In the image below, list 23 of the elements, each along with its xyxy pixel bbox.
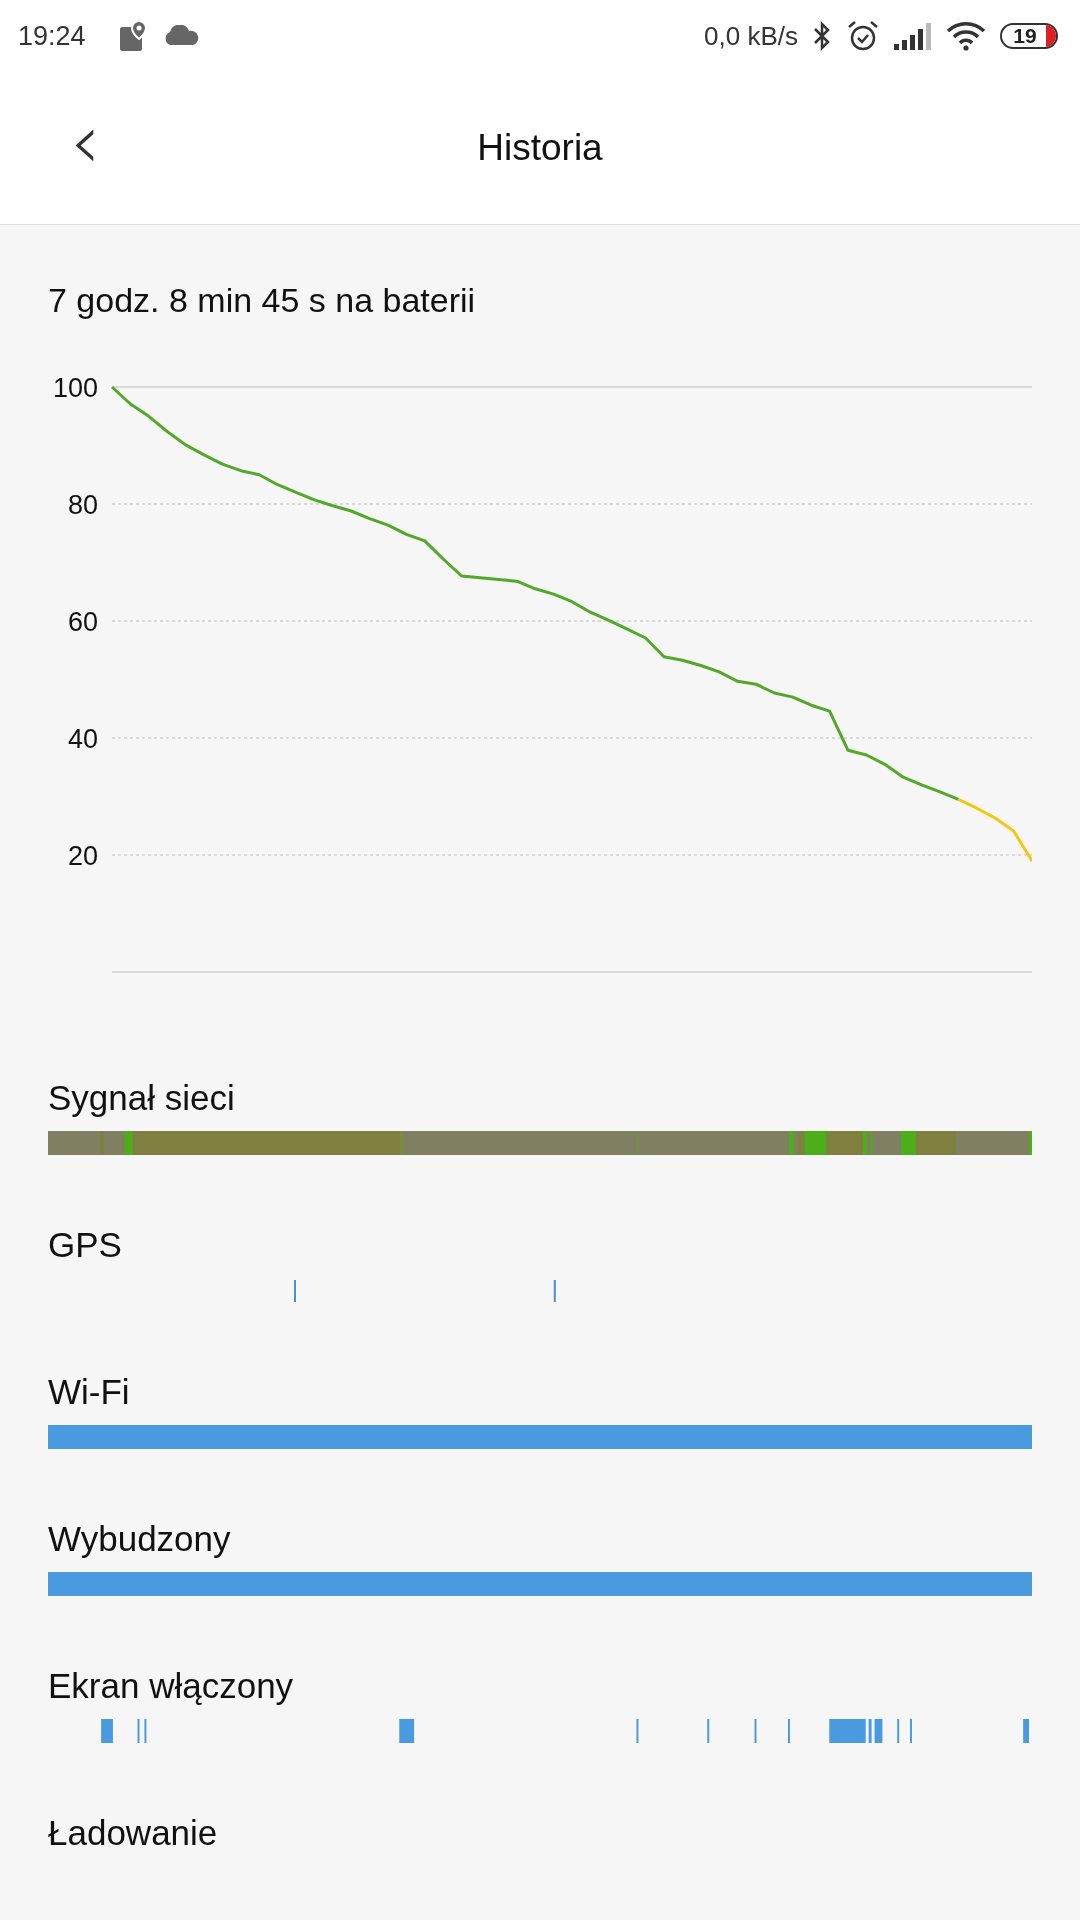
- section-title: GPS: [48, 1224, 122, 1266]
- page-title: Historia: [477, 127, 603, 169]
- y-axis-label: 80: [67, 490, 98, 520]
- back-button[interactable]: ‹: [62, 112, 109, 172]
- section-title: Sygnał sieci: [48, 1077, 235, 1119]
- section-title: Ładowanie: [48, 1812, 218, 1854]
- bluetooth-icon: [812, 20, 832, 52]
- y-axis-label: 40: [67, 724, 98, 754]
- wifi-icon: [946, 21, 986, 51]
- battery-fill: [1046, 25, 1056, 47]
- y-axis-label: 20: [67, 841, 98, 871]
- signal-icon: [894, 22, 932, 50]
- alarm-icon: [846, 19, 880, 53]
- network-speed: 0,0 kB/s: [704, 20, 798, 52]
- section-title: Ekran włączony: [48, 1665, 294, 1707]
- section-title: Wybudzony: [48, 1518, 231, 1560]
- y-axis-label: 100: [52, 373, 98, 403]
- battery-percent: 19: [1013, 25, 1037, 47]
- map-pin-icon: [119, 19, 148, 53]
- y-axis-label: 60: [67, 607, 98, 637]
- battery-duration: 7 godz. 8 min 45 s na baterii: [47, 280, 477, 321]
- section-title: Wi-Fi: [48, 1371, 130, 1413]
- status-time: 19:24: [18, 20, 86, 52]
